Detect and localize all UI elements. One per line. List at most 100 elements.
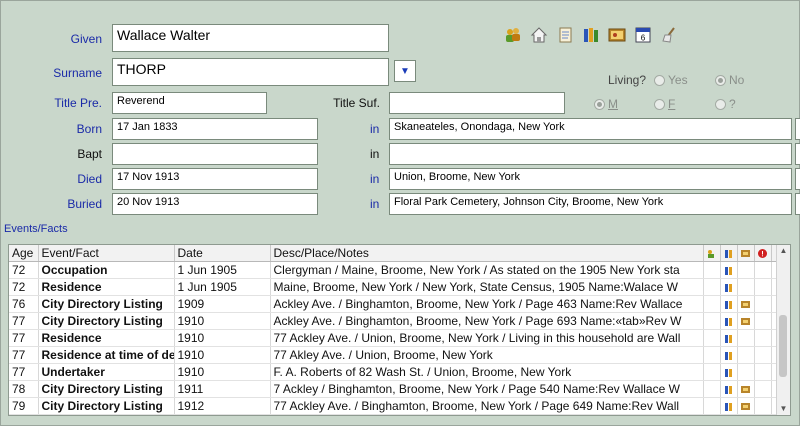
column-header-age[interactable]: Age — [9, 245, 39, 262]
table-row[interactable]: 76 City Directory Listing 1909 Ackley Ave. … — [9, 295, 786, 313]
event-alert-cell[interactable] — [754, 346, 772, 364]
event-people-cell[interactable] — [703, 397, 721, 415]
died-place-button[interactable] — [795, 168, 800, 190]
event-source-cell[interactable] — [720, 278, 738, 296]
event-media-cell[interactable] — [737, 295, 755, 313]
event-source-cell[interactable] — [720, 261, 738, 279]
books-icon[interactable] — [582, 26, 600, 44]
table-row[interactable]: 77 Residence 1910 77 Ackley Ave. / Union, B… — [9, 329, 786, 347]
column-header-event[interactable]: Event/Fact — [38, 245, 175, 262]
picture-icon — [740, 403, 750, 411]
column-header-date[interactable]: Date — [174, 245, 271, 262]
event-date: 1910 — [174, 346, 271, 364]
title-pre-label: Title Pre. — [54, 96, 102, 110]
event-people-cell[interactable] — [703, 346, 721, 364]
event-date: 1 Jun 1905 — [174, 278, 271, 296]
event-source-cell[interactable] — [720, 380, 738, 398]
event-alert-cell[interactable] — [754, 278, 772, 296]
buried-place-button[interactable] — [795, 193, 800, 215]
column-header-people-icon[interactable] — [703, 245, 721, 262]
bapt-place-button[interactable] — [795, 143, 800, 165]
event-media-cell[interactable] — [737, 312, 755, 330]
event-type: Undertaker — [38, 363, 175, 381]
bapt-place-field[interactable] — [389, 143, 792, 165]
column-header-source-icon[interactable] — [720, 245, 738, 262]
living-no-label: No — [729, 73, 745, 87]
table-row[interactable]: 79 City Directory Listing 1912 77 Ackley Av… — [9, 397, 786, 415]
event-people-cell[interactable] — [703, 295, 721, 313]
living-no-radio[interactable]: No — [715, 73, 744, 87]
events-table: Age Event/Fact Date Desc/Place/Notes 72 O… — [9, 245, 786, 415]
event-media-cell[interactable] — [737, 261, 755, 279]
buried-place-field[interactable]: Floral Park Cemetery, Johnson City, Broo… — [389, 193, 792, 215]
table-row[interactable]: 77 City Directory Listing 1910 Ackley Ave. … — [9, 312, 786, 330]
event-source-cell[interactable] — [720, 346, 738, 364]
surname-field[interactable]: THORP — [112, 58, 389, 86]
event-media-cell[interactable] — [737, 346, 755, 364]
event-source-cell[interactable] — [720, 295, 738, 313]
event-source-cell[interactable] — [720, 312, 738, 330]
books-icon — [724, 250, 732, 259]
calendar-icon[interactable]: 6 — [634, 26, 652, 44]
event-type: City Directory Listing — [38, 397, 175, 415]
born-place-field[interactable]: Skaneateles, Onondaga, New York — [389, 118, 792, 140]
died-place-field[interactable]: Union, Broome, New York — [389, 168, 792, 190]
title-suf-field[interactable] — [389, 92, 565, 114]
died-date-field[interactable]: 17 Nov 1913 — [112, 168, 318, 190]
bapt-date-field[interactable] — [112, 143, 318, 165]
home-icon[interactable] — [530, 26, 548, 44]
event-people-cell[interactable] — [703, 261, 721, 279]
given-name-field[interactable]: Wallace Walter — [112, 24, 389, 52]
sex-m-radio[interactable]: M — [594, 97, 618, 111]
table-row[interactable]: 77 Undertaker 1910 F. A. Roberts of 82 Wash… — [9, 363, 786, 381]
event-alert-cell[interactable] — [754, 295, 772, 313]
event-alert-cell[interactable] — [754, 312, 772, 330]
event-age: 77 — [9, 312, 39, 330]
event-media-cell[interactable] — [737, 397, 755, 415]
event-desc: 7 Ackley / Binghamton, Broome, New York … — [270, 380, 704, 398]
event-people-cell[interactable] — [703, 278, 721, 296]
event-media-cell[interactable] — [737, 329, 755, 347]
table-row[interactable]: 72 Residence 1 Jun 1905 Maine, Broome, New … — [9, 278, 786, 296]
event-people-cell[interactable] — [703, 380, 721, 398]
event-alert-cell[interactable] — [754, 380, 772, 398]
table-row[interactable]: 78 City Directory Listing 1911 7 Ackley / B… — [9, 380, 786, 398]
surname-dropdown-button[interactable]: ▼ — [394, 60, 416, 82]
event-source-cell[interactable] — [720, 363, 738, 381]
event-desc: F. A. Roberts of 82 Wash St. / Union, Br… — [270, 363, 704, 381]
scroll-icon[interactable] — [556, 26, 574, 44]
event-media-cell[interactable] — [737, 278, 755, 296]
event-people-cell[interactable] — [703, 363, 721, 381]
sex-unknown-radio[interactable]: ? — [715, 97, 736, 111]
events-grid[interactable]: Age Event/Fact Date Desc/Place/Notes 72 O… — [8, 244, 791, 416]
table-row[interactable]: 77Residence at time of death191077 Akley… — [9, 346, 786, 364]
column-header-media-icon[interactable] — [737, 245, 755, 262]
event-alert-cell[interactable] — [754, 261, 772, 279]
event-people-cell[interactable] — [703, 329, 721, 347]
sex-f-radio[interactable]: F — [654, 97, 675, 111]
people-icon[interactable] — [504, 26, 522, 44]
event-people-cell[interactable] — [703, 312, 721, 330]
column-header-alert-icon[interactable] — [754, 245, 772, 262]
born-place-button[interactable] — [795, 118, 800, 140]
event-source-cell[interactable] — [720, 329, 738, 347]
broom-icon[interactable] — [660, 26, 678, 44]
event-media-cell[interactable] — [737, 380, 755, 398]
picture-icon[interactable] — [608, 26, 626, 44]
title-pre-field[interactable]: Reverend — [112, 92, 267, 114]
event-source-cell[interactable] — [720, 397, 738, 415]
scroll-down-icon[interactable]: ▼ — [777, 403, 790, 415]
event-media-cell[interactable] — [737, 363, 755, 381]
living-yes-radio[interactable]: Yes — [654, 73, 688, 87]
title-suf-label: Title Suf. — [333, 96, 380, 110]
scroll-thumb[interactable] — [779, 315, 787, 377]
buried-date-field[interactable]: 20 Nov 1913 — [112, 193, 318, 215]
events-scrollbar[interactable]: ▲ ▼ — [776, 245, 790, 415]
event-alert-cell[interactable] — [754, 329, 772, 347]
event-alert-cell[interactable] — [754, 363, 772, 381]
event-alert-cell[interactable] — [754, 397, 772, 415]
born-date-field[interactable]: 17 Jan 1833 — [112, 118, 318, 140]
table-row[interactable]: 72 Occupation 1 Jun 1905 Clergyman / Maine,… — [9, 261, 786, 279]
scroll-up-icon[interactable]: ▲ — [777, 245, 790, 257]
column-header-desc[interactable]: Desc/Place/Notes — [270, 245, 704, 262]
